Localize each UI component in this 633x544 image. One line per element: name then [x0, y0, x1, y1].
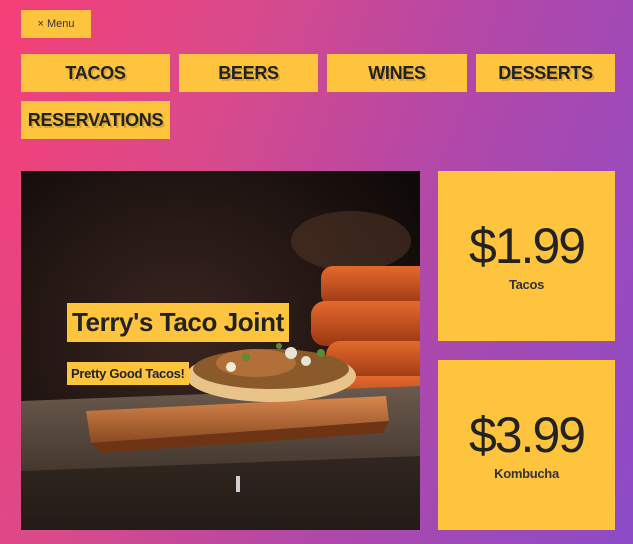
hero-banner: Terry's Taco Joint Pretty Good Tacos! — [21, 171, 420, 530]
menu-button-label: Menu — [46, 18, 75, 30]
close-icon: × — [37, 18, 44, 30]
nav-item-label: TACOS — [65, 62, 126, 83]
nav-item-reservations[interactable]: RESERVATIONS — [21, 101, 170, 139]
nav-item-label: WINES — [368, 62, 426, 83]
nav-item-tacos[interactable]: TACOS — [21, 54, 170, 92]
taco-photo — [21, 171, 420, 530]
nav-item-label: RESERVATIONS — [27, 109, 164, 130]
page-title: Terry's Taco Joint — [67, 303, 289, 342]
nav-item-label: DESSERTS — [498, 62, 593, 83]
nav-item-wines[interactable]: WINES — [327, 54, 467, 92]
nav-item-beers[interactable]: BEERS — [179, 54, 318, 92]
hero-subtitle: Pretty Good Tacos! — [67, 362, 189, 385]
nav-item-label: BEERS — [218, 62, 279, 83]
price-card-tacos: $1.99 Tacos — [438, 171, 615, 341]
price-label: Tacos — [508, 276, 545, 292]
price-label: Kombucha — [494, 465, 559, 481]
price-card-kombucha: $3.99 Kombucha — [438, 360, 615, 530]
price-value: $1.99 — [468, 217, 586, 274]
nav-item-desserts[interactable]: DESSERTS — [476, 54, 615, 92]
price-value: $3.99 — [468, 406, 586, 463]
menu-button[interactable]: × Menu — [21, 10, 91, 38]
